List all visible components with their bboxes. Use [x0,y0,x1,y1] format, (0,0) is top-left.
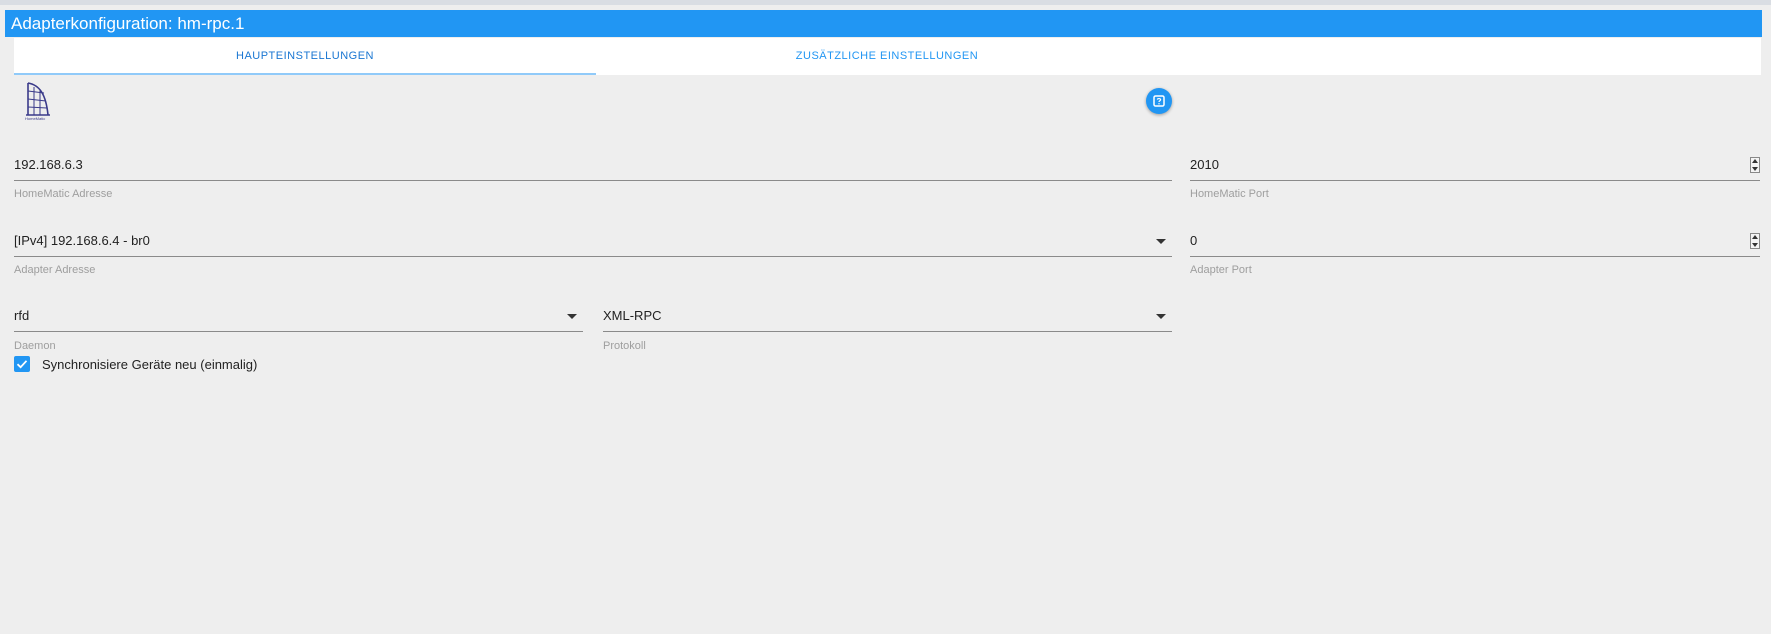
chevron-down-icon [567,314,577,319]
daemon-value: rfd [14,308,30,323]
help-button[interactable] [1146,88,1172,114]
chevron-down-icon [1156,239,1166,244]
adapter-address-value: [IPv4] 192.168.6.4 - br0 [14,233,150,248]
protocol-value: XML-RPC [603,308,662,323]
sync-devices-label: Synchronisiere Geräte neu (einmalig) [42,357,258,372]
daemon-label: Daemon [14,340,56,352]
port-stepper[interactable] [1750,157,1760,173]
tab-main-settings[interactable]: HAUPTEINSTELLUNGEN [14,38,596,75]
logo-text: HomeMatic [25,116,45,121]
adapter-port-value: 0 [1190,233,1198,248]
adapter-address-select[interactable]: [IPv4] 192.168.6.4 - br0 [14,227,1172,257]
window-top-strip [0,0,1771,5]
homematic-address-label: HomeMatic Adresse [14,188,113,200]
homematic-address-field[interactable]: 192.168.6.3 [14,151,1172,181]
daemon-select[interactable]: rfd [14,302,583,332]
homematic-port-field[interactable]: 2010 [1190,151,1760,181]
homematic-port-label: HomeMatic Port [1190,188,1269,200]
protocol-select[interactable]: XML-RPC [603,302,1172,332]
help-icon [1153,95,1165,107]
homematic-port-value: 2010 [1190,157,1219,172]
checkmark-icon [16,360,28,369]
homematic-address-value: 192.168.6.3 [14,157,83,172]
homematic-logo-icon: HomeMatic [22,81,56,121]
tab-additional-settings[interactable]: ZUSÄTZLICHE EINSTELLUNGEN [596,38,1178,75]
adapter-address-label: Adapter Adresse [14,264,96,276]
port-stepper[interactable] [1750,233,1760,249]
adapter-port-field[interactable]: 0 [1190,227,1760,257]
protocol-label: Protokoll [603,340,646,352]
active-tab-indicator [14,73,596,75]
dialog-title: Adapterkonfiguration: hm-rpc.1 [5,10,1762,37]
tab-bar: HAUPTEINSTELLUNGEN ZUSÄTZLICHE EINSTELLU… [14,38,1761,75]
adapter-port-label: Adapter Port [1190,264,1252,276]
chevron-down-icon [1156,314,1166,319]
sync-devices-checkbox[interactable] [14,356,30,372]
